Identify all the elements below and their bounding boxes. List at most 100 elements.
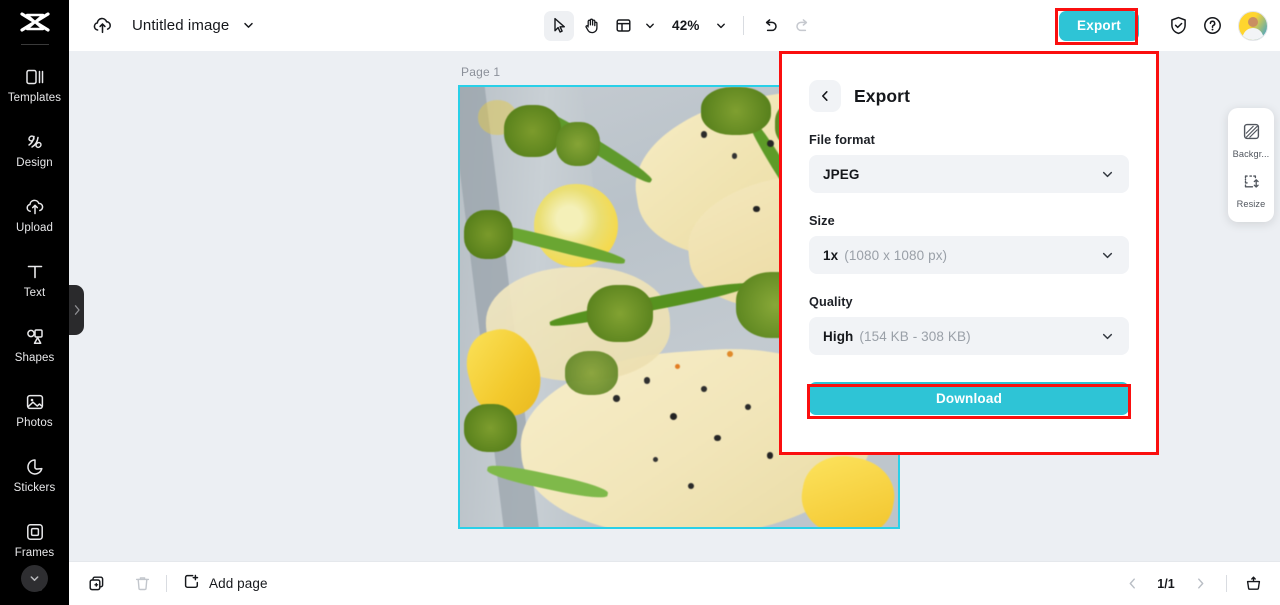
page-indicator: 1/1 — [1157, 576, 1175, 591]
file-format-select[interactable]: JPEG — [809, 155, 1129, 193]
sidebar-item-stickers[interactable]: Stickers — [0, 443, 69, 508]
export-panel-title: Export — [854, 85, 911, 106]
chevron-left-icon — [822, 91, 828, 101]
canvas-tool-cluster: 42% — [544, 0, 818, 51]
duplicate-page-button[interactable] — [81, 569, 111, 599]
sidebar-item-label: Frames — [14, 546, 55, 559]
background-tool[interactable]: Backgr... — [1228, 117, 1274, 163]
present-icon — [1246, 576, 1260, 590]
select-tool-button[interactable] — [544, 10, 574, 41]
export-button[interactable]: Export — [1059, 10, 1139, 41]
avatar-body — [1242, 27, 1264, 40]
trash-icon — [135, 577, 149, 591]
sidebar-collapse-button[interactable] — [21, 565, 48, 592]
avatar[interactable] — [1238, 10, 1268, 41]
sidebar-item-upload[interactable]: Upload — [0, 183, 69, 248]
sidebar-item-shapes[interactable]: Shapes — [0, 313, 69, 378]
present-button[interactable] — [1238, 569, 1268, 599]
hand-tool-button[interactable] — [576, 11, 606, 41]
undo-icon — [765, 19, 777, 32]
download-button-wrapper: Download — [807, 382, 1131, 419]
document-title[interactable]: Untitled image — [132, 17, 229, 34]
capcut-logo[interactable] — [0, 0, 69, 44]
bottombar-divider — [166, 575, 167, 592]
layout-grid-icon — [615, 19, 631, 32]
file-format-value: JPEG — [823, 166, 860, 182]
size-label: Size — [809, 214, 835, 228]
redo-icon — [796, 19, 808, 32]
sidebar-item-label: Text — [23, 286, 46, 299]
add-page-button[interactable]: Add page — [182, 572, 268, 596]
next-page-button[interactable] — [1185, 569, 1215, 599]
chevron-right-icon — [1197, 578, 1203, 589]
page-nav-cluster: 1/1 — [1117, 569, 1268, 599]
zoom-level-value[interactable]: 42% — [672, 18, 700, 33]
chevron-down-icon[interactable] — [242, 19, 255, 32]
sidebar-item-photos[interactable]: Photos — [0, 378, 69, 443]
prev-page-button[interactable] — [1117, 569, 1147, 599]
resize-tool[interactable]: Resize — [1228, 167, 1274, 213]
sidebar-item-label: Upload — [15, 222, 54, 235]
undo-button[interactable] — [756, 11, 786, 41]
chevron-down-icon — [646, 23, 654, 28]
chevron-down-icon — [30, 576, 39, 581]
chevron-down-icon — [1100, 248, 1115, 263]
bottom-toolbar: Add page 1/1 — [69, 561, 1280, 605]
cloud-upload-icon[interactable] — [91, 14, 114, 37]
right-tool-panel: Backgr... Resize — [1228, 108, 1274, 222]
hand-icon — [584, 18, 598, 34]
size-select[interactable]: 1x (1080 x 1080 px) — [809, 236, 1129, 274]
sidebar-item-label: Design — [16, 157, 53, 170]
toolbar-divider — [742, 16, 744, 35]
zoom-caret-button[interactable] — [711, 12, 731, 40]
cursor-arrow-icon — [553, 17, 565, 33]
chevron-down-icon — [1100, 167, 1115, 182]
background-icon — [1242, 122, 1261, 146]
shield-check-icon[interactable] — [1161, 9, 1195, 43]
download-button[interactable]: Download — [809, 382, 1129, 415]
upload-icon — [24, 196, 46, 218]
back-button[interactable] — [809, 80, 841, 112]
sidebar-item-text[interactable]: Text — [0, 248, 69, 313]
export-button-wrapper: Export — [1055, 7, 1139, 45]
resize-icon — [1242, 172, 1261, 196]
export-panel-highlight: Export File format JPEG Size 1x (1080 x … — [779, 51, 1159, 455]
delete-page-button[interactable] — [127, 569, 157, 599]
topbar-right-cluster: Export — [1055, 0, 1268, 51]
shapes-icon — [24, 326, 46, 348]
export-panel: Export File format JPEG Size 1x (1080 x … — [782, 54, 1156, 452]
text-icon — [24, 261, 46, 283]
resize-tool-label: Resize — [1236, 199, 1266, 209]
page-label: Page 1 — [461, 65, 501, 79]
size-value: 1x — [823, 247, 839, 263]
photos-icon — [24, 391, 46, 413]
sidebar-item-label: Templates — [7, 92, 62, 105]
add-page-icon — [182, 572, 201, 596]
capcut-editor-window: Templates Design Upload Text Shapes Phot… — [0, 0, 1280, 605]
chevron-down-icon — [1100, 329, 1115, 344]
chevron-left-icon — [1129, 578, 1135, 589]
sidebar-item-frames[interactable]: Frames — [0, 508, 69, 573]
sidebar-divider — [20, 43, 49, 45]
chevron-down-icon — [716, 23, 725, 28]
design-icon — [24, 131, 46, 153]
redo-button[interactable] — [788, 11, 818, 41]
size-detail: (1080 x 1080 px) — [844, 247, 948, 263]
sidebar-item-design[interactable]: Design — [0, 118, 69, 183]
layout-caret-button[interactable] — [640, 12, 660, 40]
sidebar-item-templates[interactable]: Templates — [0, 53, 69, 118]
quality-select[interactable]: High (154 KB - 308 KB) — [809, 317, 1129, 355]
sidebar-item-label: Shapes — [14, 351, 55, 364]
avatar-head — [1248, 16, 1258, 27]
quality-label: Quality — [809, 295, 853, 309]
export-panel-header: Export — [809, 80, 1129, 112]
question-circle-icon[interactable] — [1195, 9, 1229, 43]
sidebar-item-label: Stickers — [13, 481, 56, 494]
file-format-label: File format — [809, 133, 875, 147]
quality-value: High — [823, 328, 854, 344]
panel-expand-handle[interactable] — [69, 285, 84, 335]
bottombar-divider-right — [1226, 575, 1227, 592]
background-tool-label: Backgr... — [1232, 149, 1270, 159]
layout-tool-button[interactable] — [608, 11, 638, 41]
stickers-icon — [24, 456, 46, 478]
